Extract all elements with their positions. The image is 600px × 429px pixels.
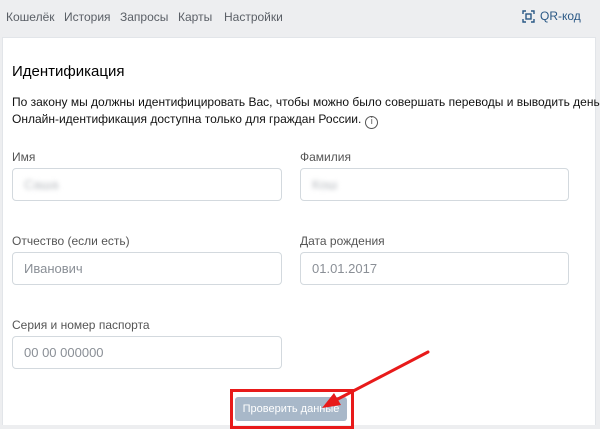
birth-date-field[interactable]: 01.01.2017 — [300, 252, 569, 285]
qr-code-button[interactable]: QR-код — [522, 9, 581, 23]
patronymic-placeholder: Иванович — [24, 261, 83, 276]
first-name-field[interactable]: Саша — [12, 168, 282, 201]
description-line-2-text: Онлайн-идентификация доступна только для… — [12, 112, 362, 126]
patronymic-label: Отчество (если есть) — [12, 234, 130, 248]
passport-field[interactable]: 00 00 000000 — [12, 336, 282, 369]
qr-code-label: QR-код — [540, 9, 581, 23]
annotation-highlight-box — [230, 389, 354, 429]
first-name-label: Имя — [12, 150, 36, 164]
nav-item-cards[interactable]: Карты — [178, 10, 212, 24]
qr-scan-icon — [522, 9, 535, 23]
birth-date-placeholder: 01.01.2017 — [312, 261, 378, 276]
first-name-value: Саша — [24, 177, 59, 192]
description-line-2: Онлайн-идентификация доступна только для… — [12, 111, 600, 129]
patronymic-field[interactable]: Иванович — [12, 252, 282, 285]
birth-date-label: Дата рождения — [300, 234, 385, 248]
last-name-value: Кош — [312, 177, 338, 192]
passport-placeholder: 00 00 000000 — [24, 345, 104, 360]
nav-item-settings[interactable]: Настройки — [224, 10, 283, 24]
nav-item-history[interactable]: История — [64, 10, 111, 24]
last-name-field[interactable]: Кош — [300, 168, 569, 201]
nav-item-requests[interactable]: Запросы — [120, 10, 168, 24]
last-name-label: Фамилия — [300, 150, 351, 164]
nav-item-wallet[interactable]: Кошелёк — [6, 10, 55, 24]
identification-description: По закону мы должны идентифицировать Вас… — [12, 94, 600, 129]
description-line-1: По закону мы должны идентифицировать Вас… — [12, 95, 600, 109]
page-title: Идентификация — [12, 63, 125, 80]
top-navigation: Кошелёк История Запросы Карты Настройки … — [0, 0, 600, 36]
passport-label: Серия и номер паспорта — [12, 318, 150, 332]
info-icon[interactable]: i — [365, 116, 379, 129]
